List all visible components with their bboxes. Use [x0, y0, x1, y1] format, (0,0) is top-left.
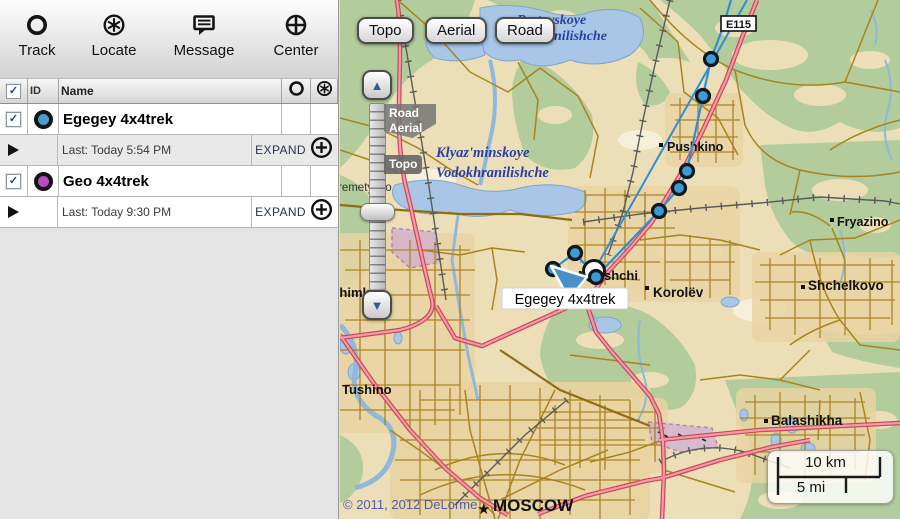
- message-button-label: Message: [174, 42, 235, 59]
- tushino-label: Tushino: [342, 382, 392, 397]
- tracker-row-egegey[interactable]: ✓ Egegey 4x4trek: [0, 104, 338, 135]
- tracker-detail-geo: Last: Today 9:30 PM EXPAND: [0, 197, 338, 228]
- flag-road-label: Road: [389, 106, 431, 121]
- sidebar-empty-area: [0, 228, 338, 519]
- tracker-sidebar: Track Locate: [0, 0, 339, 519]
- egegey-last-report: Last: Today 5:54 PM: [58, 135, 252, 165]
- road-sign-e115: E115: [721, 16, 756, 31]
- locate-button[interactable]: Locate: [84, 12, 144, 59]
- zoom-out-button[interactable]: ▼: [362, 290, 392, 320]
- geo-name[interactable]: Geo 4x4trek: [59, 166, 282, 196]
- id-header-cell: ID: [28, 79, 59, 103]
- egegey-id-dot: [34, 110, 53, 129]
- toolbar: Track Locate: [0, 0, 338, 79]
- geo-expand-button[interactable]: EXPAND: [252, 197, 338, 227]
- expand-label: EXPAND: [255, 143, 306, 157]
- zoom-range-flag-topo: Topo: [384, 155, 422, 174]
- scale-km-label: 10 km: [768, 454, 883, 471]
- tracker-row-geo[interactable]: ✓ Geo 4x4trek: [0, 166, 338, 197]
- row-checkbox-cell: ✓: [0, 166, 28, 196]
- tracker-callout-label: Egegey 4x4trek: [515, 292, 617, 308]
- korolev-label: Korolëv: [653, 285, 704, 300]
- circled-plus-icon: [310, 136, 333, 164]
- geo-locate-cell[interactable]: [311, 166, 338, 196]
- up-arrow-icon: ▲: [371, 78, 384, 93]
- select-all-cell: ✓: [0, 79, 28, 103]
- map-canvas[interactable]: Pestovskoye Vodokhranilishche Klyaz'mins…: [340, 0, 900, 519]
- tracker-detail-egegey: Last: Today 5:54 PM EXPAND: [0, 135, 338, 166]
- expand-label: EXPAND: [255, 205, 306, 219]
- row-checkbox-cell: ✓: [0, 104, 28, 134]
- message-button[interactable]: Message: [166, 12, 242, 59]
- balashikha-label: Balashikha: [771, 413, 843, 428]
- play-arrow-icon[interactable]: [8, 206, 19, 218]
- circled-asterisk-icon: [316, 80, 333, 102]
- egegey-locate-cell[interactable]: [311, 104, 338, 134]
- klyazminskoye-label-line2: Vodokhranilishche: [436, 165, 549, 181]
- map-view-topo-button[interactable]: Topo: [357, 17, 414, 44]
- map-viewport[interactable]: Pestovskoye Vodokhranilishche Klyaz'mins…: [339, 0, 900, 519]
- moscow-label: MOSCOW: [493, 496, 574, 515]
- track-column-header-cell[interactable]: [282, 79, 311, 103]
- egegey-name[interactable]: Egegey 4x4trek: [59, 104, 282, 134]
- geo-last-report: Last: Today 9:30 PM: [58, 197, 252, 227]
- center-button[interactable]: Center: [266, 12, 326, 59]
- circled-plus-icon: [310, 198, 333, 226]
- map-view-road-button[interactable]: Road: [495, 17, 555, 44]
- locate-button-label: Locate: [91, 42, 136, 59]
- road-sign-text: E115: [726, 19, 751, 31]
- track-circle-icon: [23, 12, 51, 40]
- geo-checkbox[interactable]: ✓: [6, 174, 21, 189]
- play-arrow-icon[interactable]: [8, 144, 19, 156]
- track-button[interactable]: Track: [10, 12, 64, 59]
- down-arrow-icon: ▼: [371, 298, 384, 313]
- row-id-cell: [28, 104, 59, 134]
- shchelkovo-label: Shchelkovo: [808, 278, 884, 293]
- id-column-header: ID: [30, 85, 41, 97]
- map-view-aerial-button[interactable]: Aerial: [425, 17, 487, 44]
- name-header-cell: Name: [59, 79, 282, 103]
- table-header-row: ✓ ID Name: [0, 79, 338, 104]
- circle-icon: [288, 80, 305, 102]
- egegey-expand-button[interactable]: EXPAND: [252, 135, 338, 165]
- egegey-track-cell[interactable]: [282, 104, 311, 134]
- zoom-slider-track[interactable]: [369, 103, 386, 291]
- detail-arrow-cell: [0, 135, 58, 165]
- geo-id-dot: [34, 172, 53, 191]
- zoom-slider-handle[interactable]: [360, 203, 395, 221]
- detail-arrow-cell: [0, 197, 58, 227]
- center-button-label: Center: [273, 42, 318, 59]
- fryazino-label: Fryazino: [837, 215, 889, 229]
- message-bubble-icon: [190, 12, 218, 40]
- row-id-cell: [28, 166, 59, 196]
- center-crosshair-icon: [282, 12, 310, 40]
- select-all-checkbox[interactable]: ✓: [6, 84, 21, 99]
- app-window: Track Locate: [0, 0, 900, 519]
- klyazminskoye-label-line1: Klyaz'minskoye: [435, 145, 530, 161]
- geo-track-cell[interactable]: [282, 166, 311, 196]
- moscow-star-marker: ★: [477, 501, 490, 518]
- pushkino-label: Pushkino: [667, 140, 724, 154]
- map-scale-indicator: 10 km 5 mi: [767, 450, 894, 504]
- locate-column-header-cell[interactable]: [311, 79, 338, 103]
- name-column-header: Name: [61, 84, 94, 98]
- zoom-in-button[interactable]: ▲: [362, 70, 392, 100]
- tracker-table: ✓ ID Name: [0, 79, 338, 228]
- egegey-checkbox[interactable]: ✓: [6, 112, 21, 127]
- track-button-label: Track: [19, 42, 56, 59]
- map-copyright: © 2011, 2012 DeLorme: [343, 497, 477, 512]
- locate-asterisk-icon: [100, 12, 128, 40]
- scale-mi-label: 5 mi: [768, 479, 854, 496]
